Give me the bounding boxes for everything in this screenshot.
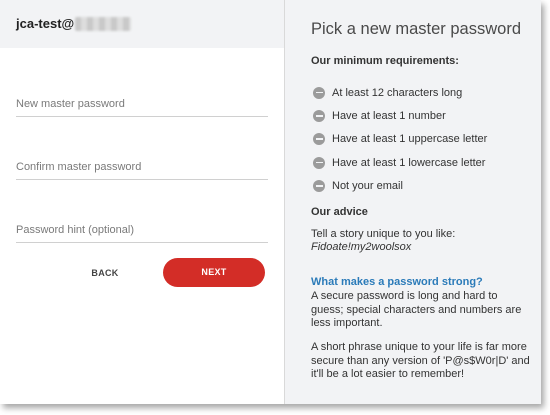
minus-circle-icon [313,133,325,146]
account-email-text: jca-test@ [16,16,75,31]
requirement-text: Have at least 1 uppercase letter [332,133,488,146]
back-button[interactable]: BACK [80,262,130,284]
requirement-text: Have at least 1 number [332,109,446,122]
password-form-pane: jca-test@ BACK NEXT [0,0,285,404]
confirm-password-input[interactable] [16,161,268,173]
minus-circle-icon [313,86,325,99]
requirement-item: Have at least 1 lowercase letter [313,151,487,174]
requirements-heading: Our minimum requirements: [311,55,459,67]
requirement-item: At least 12 characters long [313,81,487,104]
new-password-field[interactable] [16,94,268,117]
requirement-text: At least 12 characters long [332,86,463,99]
dialog-window: jca-test@ BACK NEXT Pick a new master pa… [0,0,541,404]
minus-circle-icon [313,156,325,169]
panel-title: Pick a new master password [311,20,521,38]
new-password-input[interactable] [16,98,268,110]
requirement-item: Not your email [313,174,487,197]
redacted-email-domain [75,16,132,31]
advice-heading: Our advice [311,206,368,218]
advice-example: Fidoate!my2woolsox [311,241,412,253]
phrase-advice: A short phrase unique to your life is fa… [311,341,530,380]
account-email: jca-test@ [16,16,132,31]
account-header: jca-test@ [0,0,284,48]
minus-circle-icon [313,179,325,192]
strength-explanation: A secure password is long and hard to gu… [311,290,522,329]
requirement-text: Not your email [332,179,403,192]
advice-text: Tell a story unique to you like: [311,228,456,240]
requirements-panel: Pick a new master password Our minimum r… [285,0,541,404]
requirements-list: At least 12 characters long Have at leas… [313,81,487,197]
minus-circle-icon [313,109,325,122]
password-strength-link[interactable]: What makes a password strong? [311,276,483,288]
requirement-item: Have at least 1 uppercase letter [313,128,487,151]
requirement-item: Have at least 1 number [313,104,487,127]
confirm-password-field[interactable] [16,157,268,180]
next-button[interactable]: NEXT [163,258,265,287]
password-hint-field[interactable] [16,220,268,243]
requirement-text: Have at least 1 lowercase letter [332,156,486,169]
password-hint-input[interactable] [16,224,268,236]
